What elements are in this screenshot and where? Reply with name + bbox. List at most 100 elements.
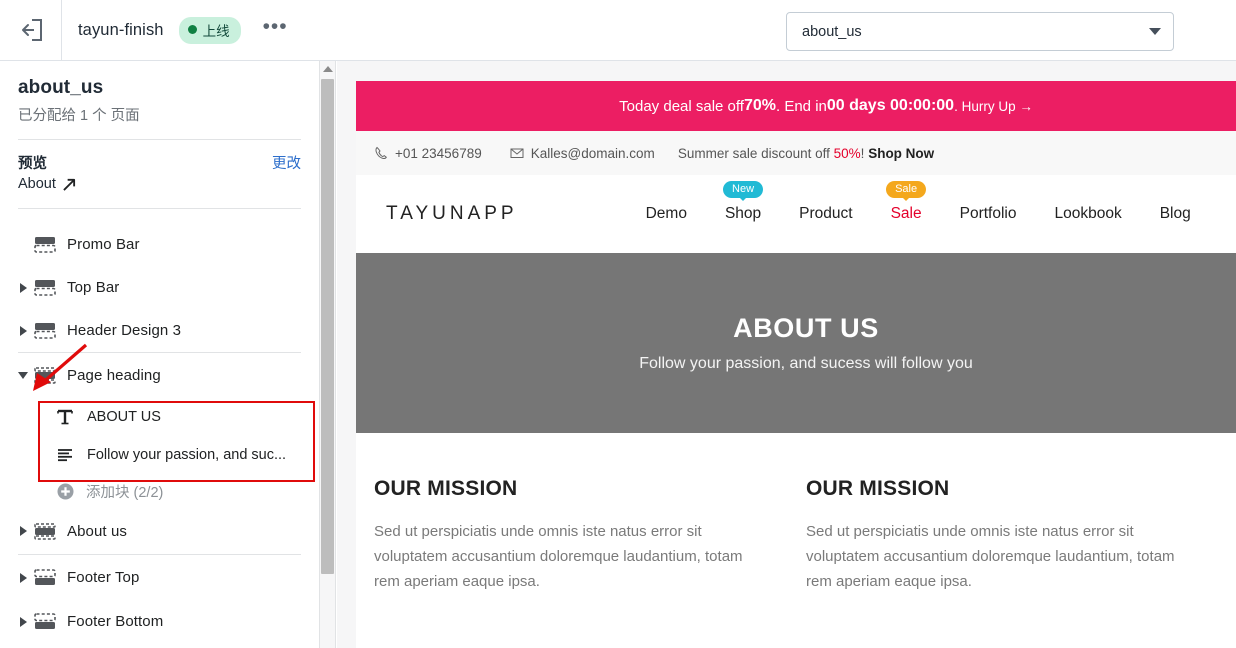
sidebar-item-label: Footer Bottom [67,613,164,630]
scrollbar-thumb[interactable] [321,79,334,574]
nav-item-lookbook[interactable]: Lookbook [1054,205,1121,223]
page-heading-hero: ABOUT US Follow your passion, and sucess… [356,253,1236,433]
section-bottom-solid-icon [34,613,56,629]
change-link[interactable]: 更改 [272,152,301,173]
nav-item-blog[interactable]: Blog [1160,205,1191,223]
plus-circle-icon [57,483,74,499]
sidebar: about_us 已分配给 1 个 页面 预览 更改 About Promo B… [0,61,320,648]
sidebar-header: about_us 已分配给 1 个 页面 [0,61,319,125]
divider [18,208,301,209]
scrollbar-up-button[interactable] [320,61,335,77]
twisty-collapsed-icon[interactable] [14,522,32,540]
external-link-icon[interactable] [63,178,76,191]
promo-percent: 70% [743,97,776,114]
summer-sale-mid: ! [860,145,869,161]
sidebar-title: about_us [18,77,104,98]
sidebar-item-about-us[interactable]: About us [0,508,319,554]
project-name: tayun-finish [78,20,164,39]
email-info[interactable]: Kalles@domain.com [510,146,655,161]
page-select[interactable]: about_us [786,12,1174,51]
section-top-solid-icon [34,280,56,296]
nav-item-portfolio[interactable]: Portfolio [960,205,1017,223]
status-badge: 上线 [178,16,241,44]
sidebar-preview-section: 预览 更改 About [0,140,319,192]
chevron-down-icon [1149,28,1161,35]
nav-item-label: Sale [890,204,922,222]
nav-badge-new: New [723,180,764,198]
block-item-subheading[interactable]: Follow your passion, and suc... [0,436,319,474]
back-button[interactable] [0,0,62,60]
mission-text: Sed ut perspiciatis unde omnis iste natu… [806,523,1175,590]
status-dot-icon [187,25,197,34]
page-select-value: about_us [802,23,862,40]
nav-item-sale[interactable]: Sale Sale [886,180,927,223]
promo-suffix[interactable]: . Hurry Up → [954,99,1033,114]
summer-sale-note: Summer sale discount off 50%! Shop Now [356,146,1236,161]
twisty-collapsed-icon[interactable] [14,569,32,587]
phone-number: +01 23456789 [395,145,482,161]
sidebar-item-promo-bar[interactable]: Promo Bar [0,223,319,266]
nav-item-label: Lookbook [1054,204,1122,222]
sidebar-scrollbar[interactable] [320,61,336,648]
add-block-button[interactable]: 添加块 (2/2) [0,474,319,508]
nav-item-label: Product [799,204,853,222]
richtext-block-icon [58,449,72,462]
mission-title: OUR MISSION [374,477,518,500]
nav-item-shop[interactable]: New Shop [723,180,764,223]
preview-canvas: Today deal sale off 70% . End in 00 days… [337,61,1236,648]
summer-sale-prefix: Summer sale discount off [677,145,834,161]
section-middle-solid-icon [34,522,56,540]
section-tree: Promo Bar Top Bar Header Design 3 Page h… [0,223,319,643]
promo-middle: . End in [776,97,827,115]
sidebar-item-header-design-3[interactable]: Header Design 3 [0,309,319,352]
sidebar-item-label: Promo Bar [67,236,140,253]
app-top-bar: tayun-finish 上线 ••• about_us [0,0,1236,61]
sidebar-item-footer-top[interactable]: Footer Top [0,555,319,600]
block-item-label: ABOUT US [87,409,161,425]
nav-item-demo[interactable]: Demo [646,205,687,223]
summer-sale-percent: 50% [833,145,861,161]
text-block-icon [57,409,73,425]
twisty-collapsed-icon[interactable] [14,279,32,297]
brand-logo[interactable]: TAYUNAPP [386,203,518,225]
sidebar-item-top-bar[interactable]: Top Bar [0,266,319,309]
more-options-button[interactable]: ••• [259,16,292,44]
promo-countdown: 00 days 00:00:00 [826,97,955,114]
section-top-solid-icon [34,237,56,253]
sidebar-item-label: About us [67,522,128,540]
nav-item-label: Demo [645,204,687,222]
block-item-about-us-heading[interactable]: ABOUT US [0,398,319,436]
store-info-bar: +01 23456789 Kalles@domain.com Summer sa… [356,131,1236,175]
sidebar-item-label: Top Bar [67,279,120,296]
phone-icon [375,146,387,160]
envelope-icon [510,148,524,158]
sidebar-item-label: Page heading [67,367,161,384]
shop-now-link[interactable]: Shop Now [868,146,934,161]
preview-page-name: About [18,176,56,192]
nav-badge-sale: Sale [886,180,927,198]
twisty-collapsed-icon[interactable] [14,322,32,340]
add-block-label: 添加块 (2/2) [86,484,164,501]
sidebar-item-page-heading[interactable]: Page heading [0,353,319,398]
sidebar-item-label: Header Design 3 [67,322,182,339]
section-full-solid-icon [34,367,56,384]
nav-item-product[interactable]: Product [799,205,852,223]
promo-prefix: Today deal sale off [619,97,744,115]
sidebar-item-footer-bottom[interactable]: Footer Bottom [0,600,319,643]
phone-info[interactable]: +01 23456789 [374,146,482,161]
exit-back-icon [21,19,42,41]
mission-column-right: OUR MISSION Sed ut perspiciatis unde omn… [806,477,1236,594]
triangle-up-icon [322,66,333,72]
block-item-label: Follow your passion, and suc... [87,447,287,463]
twisty-expanded-icon[interactable] [14,367,32,385]
preview-label: 预览 [18,156,47,172]
nav-item-label: Blog [1159,204,1191,222]
section-top-solid-icon [34,323,56,339]
store-nav-bar: TAYUNAPP Demo New Shop Product Sale Sale… [356,175,1236,253]
hero-title: ABOUT US [733,313,879,343]
status-badge-label: 上线 [202,23,230,39]
twisty-collapsed-icon[interactable] [14,613,32,631]
nav-menu: Demo New Shop Product Sale Sale Portfoli… [646,180,1191,223]
section-bottom-solid-icon [34,569,56,585]
store-preview-frame: Today deal sale off 70% . End in 00 days… [356,81,1236,648]
